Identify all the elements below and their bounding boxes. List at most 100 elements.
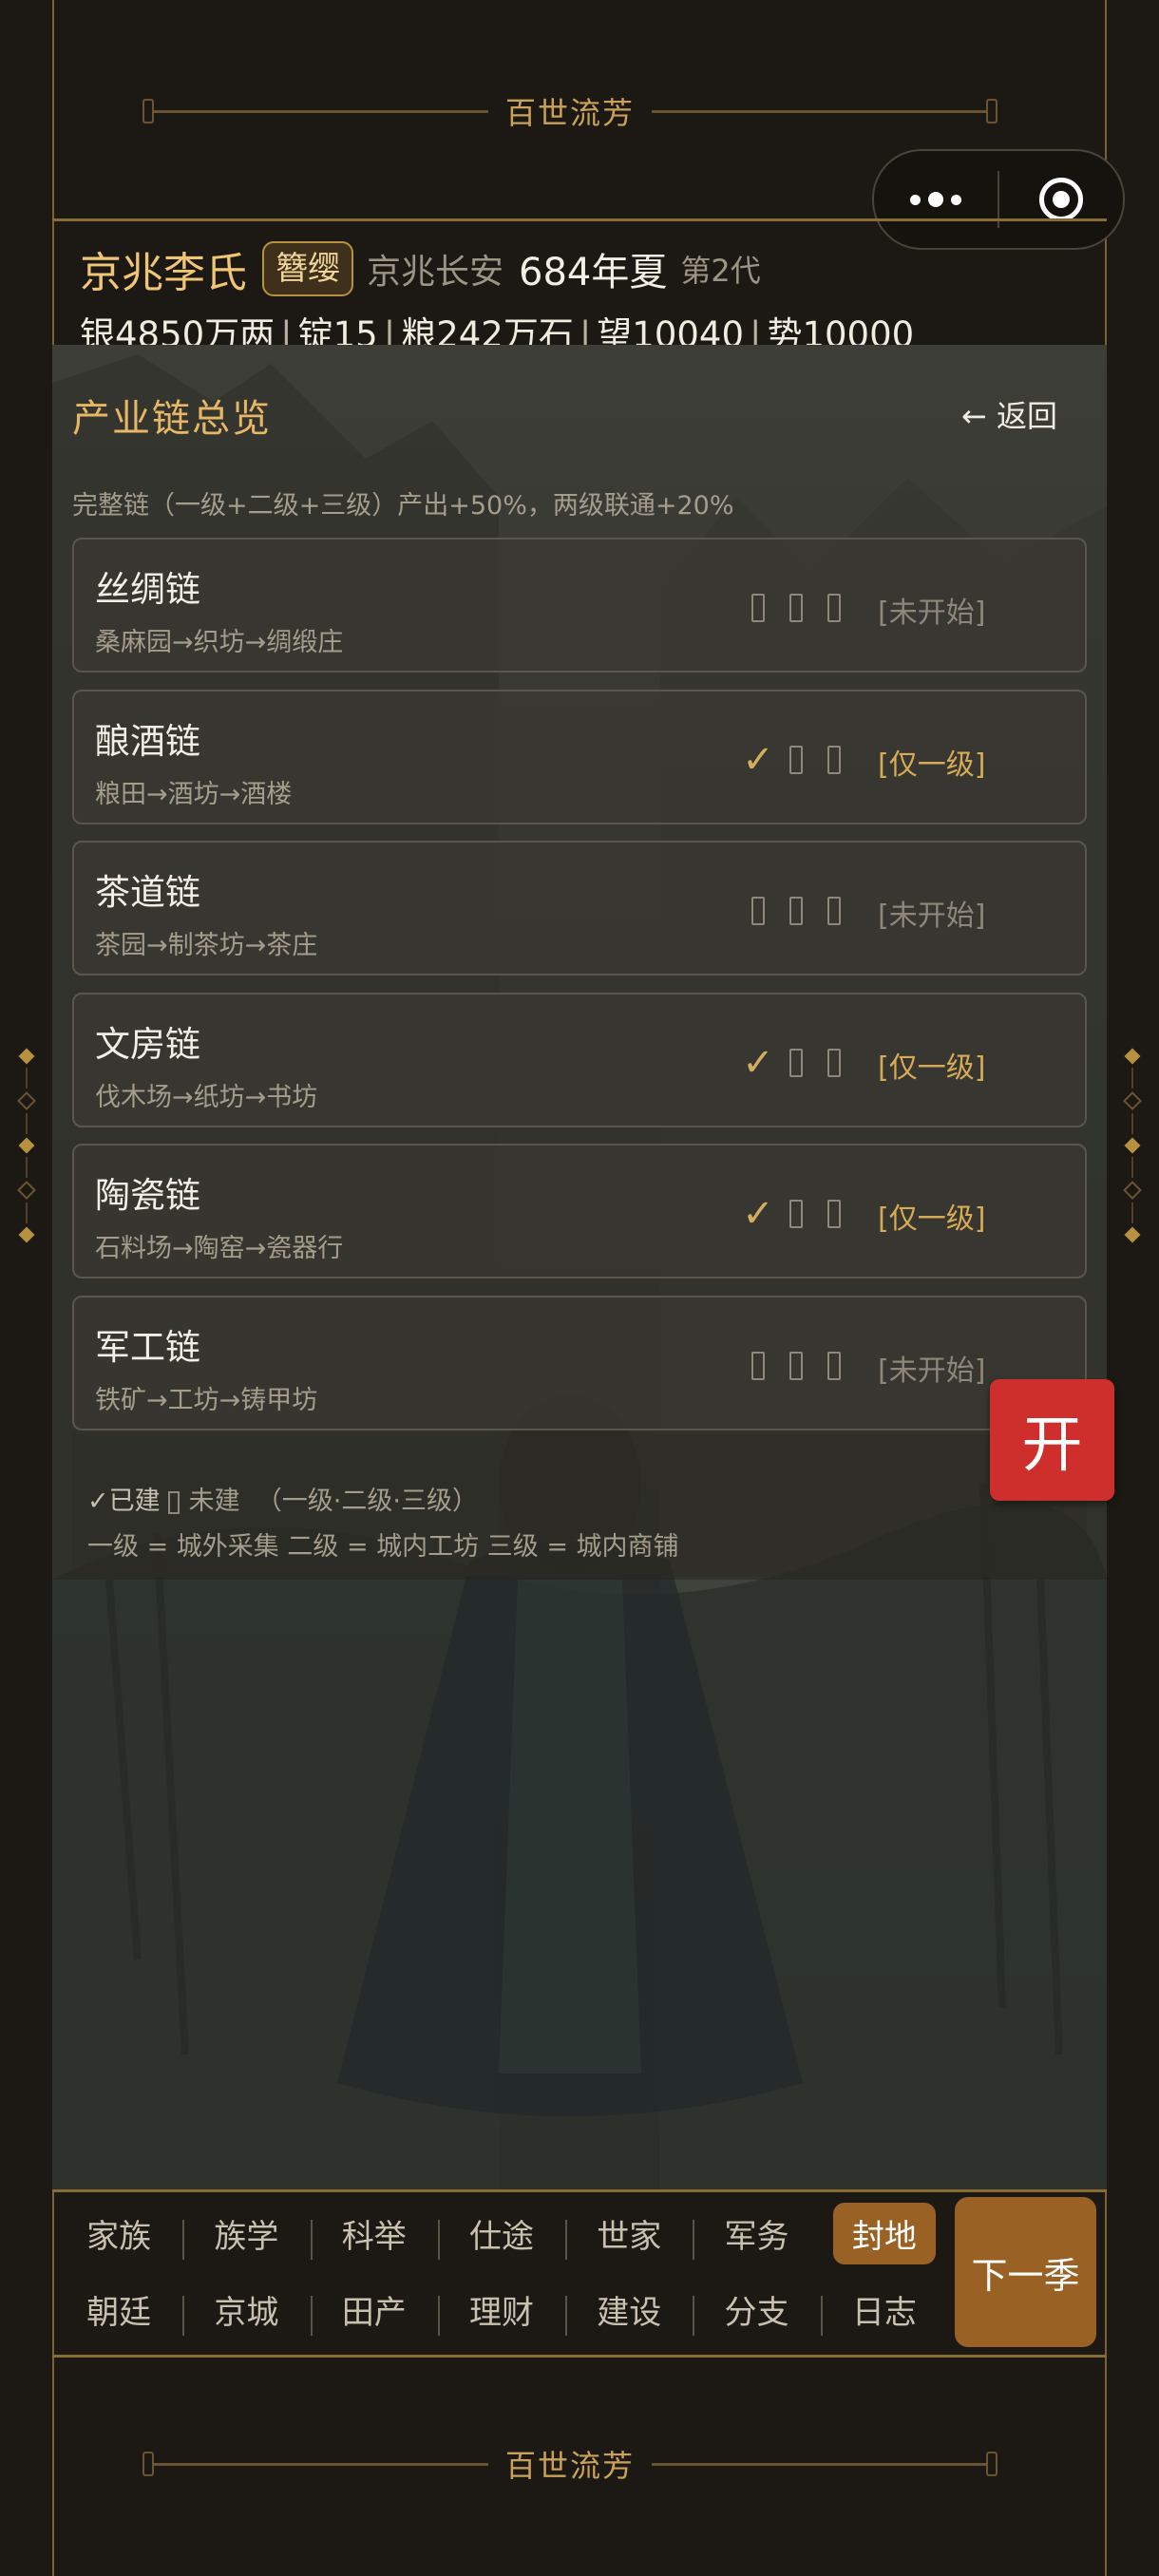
nav-item[interactable]: 军务 <box>693 2210 820 2260</box>
nav-item[interactable]: 田产 <box>310 2286 438 2336</box>
legend-built: ✓已建 <box>87 1487 161 1516</box>
chain-name: 陶瓷链 <box>95 1175 200 1216</box>
legend-unbuilt: 未建 <box>188 1487 240 1516</box>
chain-card[interactable]: 丝绸链 桑麻园→织坊→绸缎庄 [未开始] <box>72 538 1087 672</box>
unbuilt-box-icon <box>777 1195 815 1233</box>
unbuilt-box-icon <box>777 1347 815 1385</box>
open-button[interactable]: 开 <box>990 1379 1114 1501</box>
nav-item-label: 朝廷 <box>86 2293 152 2332</box>
clan-place: 京兆长安 <box>367 253 504 292</box>
nav-divider-top <box>52 2189 1107 2192</box>
nav-item-label: 仕途 <box>468 2217 534 2256</box>
nav-item-label: 家族 <box>86 2217 152 2256</box>
chain-level-marks: ✓ <box>739 738 853 782</box>
chain-name: 茶道链 <box>95 872 200 913</box>
nav-item[interactable]: 封地 <box>821 2202 948 2264</box>
unbuilt-box-icon <box>815 1347 853 1385</box>
unbuilt-box-icon <box>815 589 853 627</box>
unbuilt-box-icon <box>777 1044 815 1082</box>
chain-path: 伐木场→纸坊→书坊 <box>95 1083 318 1112</box>
chain-path: 粮田→酒坊→酒楼 <box>95 780 293 809</box>
chain-card[interactable]: 陶瓷链石料场→陶窑→瓷器行 ✓ [仅一级] <box>72 1144 1087 1279</box>
nav-row-1: 家族 族学 科举 仕途 世家 军务 封地 <box>55 2201 948 2265</box>
unbuilt-box-icon <box>815 1044 853 1082</box>
legend-explain: 一级 = 城外采集 二级 = 城内工坊 三级 = 城内商铺 <box>87 1532 679 1562</box>
unbuilt-box-icon <box>777 741 815 779</box>
year-season: 684年夏 <box>519 251 668 294</box>
nav-item[interactable]: 科举 <box>310 2210 438 2260</box>
nav-item[interactable]: 建设 <box>565 2286 693 2336</box>
generation: 第2代 <box>680 253 761 289</box>
chain-status: [未开始] <box>878 1354 986 1388</box>
left-ornament <box>8 1045 46 1246</box>
unbuilt-box-icon <box>777 589 815 627</box>
nav-divider-bottom <box>52 2355 1107 2358</box>
chain-name: 酿酒链 <box>95 721 200 762</box>
nav-item-label: 京城 <box>214 2293 279 2332</box>
chain-status: [未开始] <box>878 597 986 630</box>
nav-item[interactable]: 仕途 <box>437 2210 565 2260</box>
nav-item-label: 科举 <box>341 2217 407 2256</box>
unbuilt-box-icon <box>739 589 777 627</box>
nav-item[interactable]: 朝廷 <box>55 2286 182 2333</box>
chain-path: 石料场→陶窑→瓷器行 <box>95 1234 344 1263</box>
header-divider <box>52 218 1107 221</box>
nav-item-label: 分支 <box>724 2293 789 2332</box>
nav-item-label: 理财 <box>468 2293 534 2332</box>
check-icon: ✓ <box>742 738 774 782</box>
chain-level-marks <box>739 1347 853 1385</box>
chain-name: 丝绸链 <box>95 569 200 610</box>
capsule-menu[interactable] <box>872 149 1125 250</box>
unbuilt-box-icon <box>815 741 853 779</box>
back-button[interactable]: ← 返回 <box>961 392 1057 436</box>
top-banner: 百世流芳 <box>142 83 998 140</box>
unbuilt-box-icon <box>815 1195 853 1233</box>
legend-levels: （一级·二级·三级） <box>256 1487 478 1516</box>
chain-card[interactable]: 酿酒链粮田→酒坊→酒楼 ✓ [仅一级] <box>72 690 1087 824</box>
chain-status: [仅一级] <box>878 1051 986 1085</box>
nav-item-label: 族学 <box>214 2217 279 2256</box>
chain-status: [仅一级] <box>878 748 986 782</box>
chain-path: 铁矿→工坊→铸甲坊 <box>95 1386 318 1415</box>
nav-item[interactable]: 分支 <box>693 2286 820 2336</box>
chain-status: [仅一级] <box>878 1203 986 1236</box>
check-icon: ✓ <box>742 1041 774 1085</box>
unbuilt-box-icon <box>815 892 853 930</box>
nav-item[interactable]: 族学 <box>182 2210 310 2260</box>
panel-title: 产业链总览 <box>72 397 272 441</box>
nav-item-label: 军务 <box>724 2217 789 2256</box>
nav-item[interactable]: 理财 <box>437 2286 565 2336</box>
target-icon[interactable] <box>999 178 1123 221</box>
unbuilt-box-icon <box>777 892 815 930</box>
rank-badge: 簪缨 <box>262 241 353 296</box>
chain-card[interactable]: 茶道链 茶园→制茶坊→茶庄 [未开始] <box>72 841 1087 975</box>
chain-name: 文房链 <box>95 1024 200 1065</box>
nav-item[interactable]: 日志 <box>820 2286 948 2336</box>
nav-item[interactable]: 家族 <box>55 2210 182 2257</box>
nav-item-label: 世家 <box>597 2217 662 2256</box>
legend: ✓已建 未建 （一级·二级·三级） 一级 = 城外采集 二级 = 城内工坊 三级 … <box>72 1434 1087 1577</box>
chain-level-marks: ✓ <box>739 1041 853 1085</box>
banner-title: 百世流芳 <box>505 95 636 131</box>
next-season-button[interactable]: 下一季 <box>955 2197 1096 2347</box>
chain-card[interactable]: 军工链铁矿→工坊→铸甲坊 [未开始] <box>72 1296 1087 1430</box>
chain-level-marks: ✓ <box>739 1192 853 1236</box>
nav-item[interactable]: 世家 <box>565 2210 693 2260</box>
chain-name: 军工链 <box>95 1327 200 1368</box>
more-dots-icon[interactable] <box>874 192 998 207</box>
chain-card[interactable]: 文房链伐木场→纸坊→书坊 ✓ [仅一级] <box>72 993 1087 1127</box>
chain-level-marks <box>739 589 853 627</box>
nav-row-2: 朝廷 京城 田产 理财 建设 分支 日志 <box>55 2277 948 2341</box>
nav-item-label: 田产 <box>341 2293 407 2332</box>
bonus-note: 完整链（一级+二级+三级）产出+50%，两级联通+20% <box>72 491 734 521</box>
nav-item-label: 封地 <box>832 2202 936 2264</box>
right-ornament <box>1113 1045 1151 1246</box>
chain-level-marks <box>739 892 853 930</box>
nav-item[interactable]: 京城 <box>182 2286 310 2336</box>
clan-header: 京兆李氏 簪缨 京兆长安 684年夏 第2代 <box>80 236 761 302</box>
chain-status: [未开始] <box>878 900 986 933</box>
nav-item-label: 日志 <box>851 2293 917 2332</box>
check-icon: ✓ <box>742 1192 774 1236</box>
nav-item-label: 建设 <box>597 2293 662 2332</box>
bottom-banner: 百世流芳 <box>142 2435 998 2492</box>
